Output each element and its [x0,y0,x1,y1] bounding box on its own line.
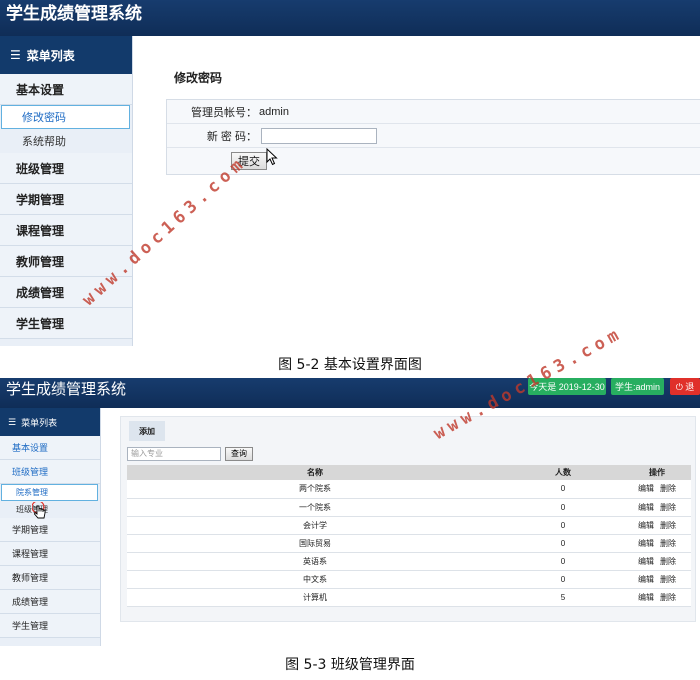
cell-actions: 编辑 删除 [623,498,691,517]
table-row: 两个院系 0 编辑 删除 [127,480,691,499]
account-row: 管理员帐号： admin [167,100,700,124]
sidebar-group-basic-settings[interactable]: 基本设置 [0,436,100,460]
sidebar-group-class-management[interactable]: 班级管理 [0,460,100,484]
account-value: admin [259,105,289,118]
cell-name: 两个院系 [127,480,503,499]
sidebar-item-change-password[interactable]: 修改密码 [1,105,130,129]
table-row: 一个院系 0 编辑 删除 [127,498,691,517]
delete-link[interactable]: 删除 [660,484,676,493]
edit-link[interactable]: 编辑 [638,521,654,530]
cell-count: 0 [503,480,623,499]
sidebar-group-course-management[interactable]: 课程管理 [0,542,100,566]
cell-count: 0 [503,552,623,571]
cell-count: 0 [503,516,623,535]
menu-header: ☰ 菜单列表 [0,408,100,436]
app-title: 学生成绩管理系统 [6,381,127,398]
menu-header-label: 菜单列表 [26,48,75,63]
sidebar: ☰ 菜单列表 基本设置 修改密码 系统帮助 班级管理 学期管理 课程管理 教师管… [0,36,133,346]
mouse-cursor-icon [266,148,278,166]
department-table: 名称 人数 操作 两个院系 0 编辑 删除 一个院系 0 编辑 删除 会计学 0 编辑 删除 国际贸易 0… [127,465,691,607]
edit-link[interactable]: 编辑 [638,575,654,584]
table-body: 两个院系 0 编辑 删除 一个院系 0 编辑 删除 会计学 0 编辑 删除 国际贸易 0 编辑 删除 英语系 0 编… [127,480,691,607]
logout-button[interactable]: ⏻ 退 [670,378,700,395]
sidebar: ☰ 菜单列表 基本设置 班级管理 院系管理 班级管理 学期管理 课程管理 教师管… [0,408,101,646]
column-header-count: 人数 [503,465,623,480]
cell-actions: 编辑 删除 [623,588,691,607]
sidebar-group-student-management[interactable]: 学生管理 [0,614,100,638]
main-content: 添加 输入专业 查询 名称 人数 操作 两个院系 0 编辑 删除 一个院系 0 编辑 删除 会计… [102,408,700,646]
document-page: 学生成绩管理系统 ☰ 菜单列表 基本设置 修改密码 系统帮助 班级管理 学期管理… [0,0,700,680]
new-password-label: 新 密 码： [206,130,257,143]
search-bar: 输入专业 查询 [127,447,253,461]
edit-link[interactable]: 编辑 [638,503,654,512]
cell-count: 0 [503,534,623,553]
cell-name: 中文系 [127,570,503,589]
sidebar-group-term-management[interactable]: 学期管理 [0,184,132,215]
cell-name: 国际贸易 [127,534,503,553]
sidebar-item-department-management[interactable]: 院系管理 [1,484,98,501]
sidebar-group-grade-management[interactable]: 成绩管理 [0,590,100,614]
sidebar-group-basic-settings[interactable]: 基本设置 [0,74,132,105]
cell-actions: 编辑 删除 [623,552,691,571]
sidebar-group-course-management[interactable]: 课程管理 [0,215,132,246]
edit-link[interactable]: 编辑 [638,557,654,566]
list-icon: ☰ [10,48,21,62]
screenshot-class-management: 学生成绩管理系统 今天是 2019-12-30 学生:admin ⏻ 退 ☰ 菜… [0,378,700,646]
sidebar-group-class-management[interactable]: 班级管理 [0,153,132,184]
sidebar-group-student-management[interactable]: 学生管理 [0,308,132,339]
cell-name: 会计学 [127,516,503,535]
account-label: 管理员帐号： [191,106,257,119]
delete-link[interactable]: 删除 [660,503,676,512]
cell-count: 0 [503,498,623,517]
app-title: 学生成绩管理系统 [6,4,142,23]
menu-header-label: 菜单列表 [21,417,58,428]
list-icon: ☰ [8,416,17,427]
search-button[interactable]: 查询 [225,447,253,461]
tab-add[interactable]: 添加 [129,421,165,441]
table-header-row: 名称 人数 操作 [127,465,691,480]
cell-actions: 编辑 删除 [623,570,691,589]
sidebar-group-teacher-management[interactable]: 教师管理 [0,566,100,590]
figure-caption-5-3: 图 5-3 班级管理界面 [285,657,415,673]
table-row: 国际贸易 0 编辑 删除 [127,534,691,553]
delete-link[interactable]: 删除 [660,521,676,530]
edit-link[interactable]: 编辑 [638,593,654,602]
delete-link[interactable]: 删除 [660,593,676,602]
sidebar-group-term-management[interactable]: 学期管理 [0,518,100,542]
cell-name: 计算机 [127,588,503,607]
table-row: 计算机 5 编辑 删除 [127,588,691,607]
column-header-actions: 操作 [623,465,691,480]
cell-name: 英语系 [127,552,503,571]
hand-cursor-icon [32,502,46,519]
delete-link[interactable]: 删除 [660,575,676,584]
app-header: 学生成绩管理系统 今天是 2019-12-30 学生:admin ⏻ 退 [0,378,700,408]
cell-count: 5 [503,588,623,607]
cell-actions: 编辑 删除 [623,516,691,535]
content-title: 修改密码 [174,71,223,85]
table-row: 中文系 0 编辑 删除 [127,570,691,589]
table-row: 英语系 0 编辑 删除 [127,552,691,571]
new-password-row: 新 密 码： [167,124,700,148]
cell-name: 一个院系 [127,498,503,517]
delete-link[interactable]: 删除 [660,539,676,548]
user-badge: 学生:admin [611,378,664,395]
menu-header: ☰ 菜单列表 [0,36,132,74]
cell-actions: 编辑 删除 [623,480,691,499]
column-header-name: 名称 [127,465,503,480]
cell-actions: 编辑 删除 [623,534,691,553]
sidebar-item-system-help[interactable]: 系统帮助 [0,129,132,153]
new-password-input[interactable] [261,127,377,144]
delete-link[interactable]: 删除 [660,557,676,566]
cell-count: 0 [503,570,623,589]
edit-link[interactable]: 编辑 [638,484,654,493]
app-header: 学生成绩管理系统 [0,0,700,36]
department-panel: 添加 输入专业 查询 名称 人数 操作 两个院系 0 编辑 删除 一个院系 0 编辑 删除 会计… [120,416,696,622]
search-input[interactable]: 输入专业 [127,447,221,461]
table-row: 会计学 0 编辑 删除 [127,516,691,535]
edit-link[interactable]: 编辑 [638,539,654,548]
sidebar-item-class-management[interactable]: 班级管理 [0,501,100,518]
